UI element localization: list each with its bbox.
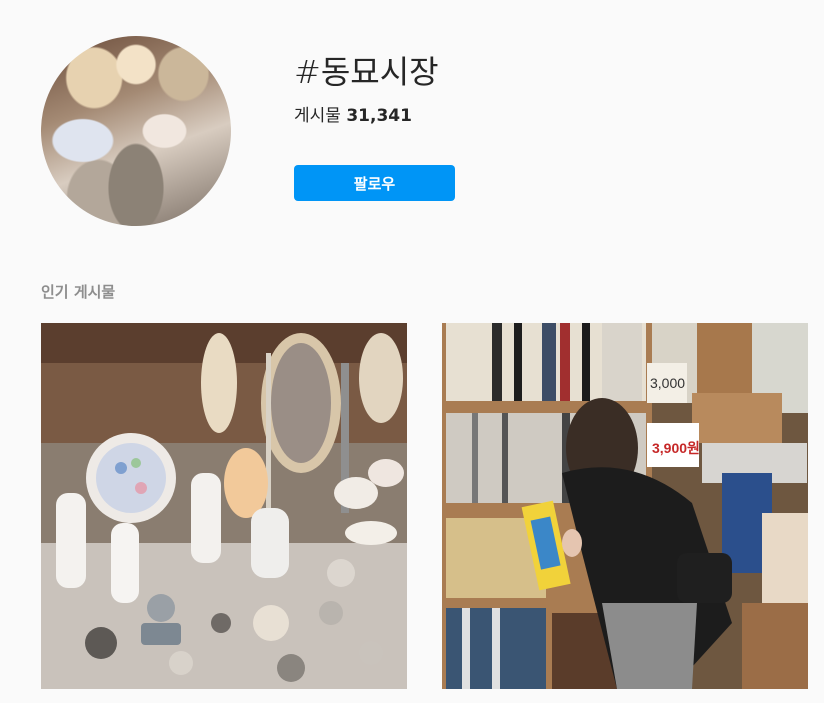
antique-porcelain-image — [41, 323, 407, 689]
post-count-value: 31,341 — [346, 106, 412, 126]
post-count: 게시물 31,341 — [294, 104, 412, 128]
follow-button[interactable]: 팔로우 — [294, 165, 455, 201]
post-count-label: 게시물 — [294, 106, 341, 126]
price-sign-text: 3,900원 — [652, 440, 700, 456]
hashtag-avatar — [41, 36, 231, 226]
top-post-2[interactable]: 3,900원 3,000 — [442, 323, 808, 689]
record-shop-image: 3,900원 3,000 — [442, 323, 808, 689]
top-posts-title: 인기 게시물 — [41, 283, 116, 301]
top-post-1[interactable] — [41, 323, 407, 689]
price-tag-text: 3,000 — [650, 375, 685, 391]
hashtag-title: #동묘시장 — [294, 53, 439, 91]
